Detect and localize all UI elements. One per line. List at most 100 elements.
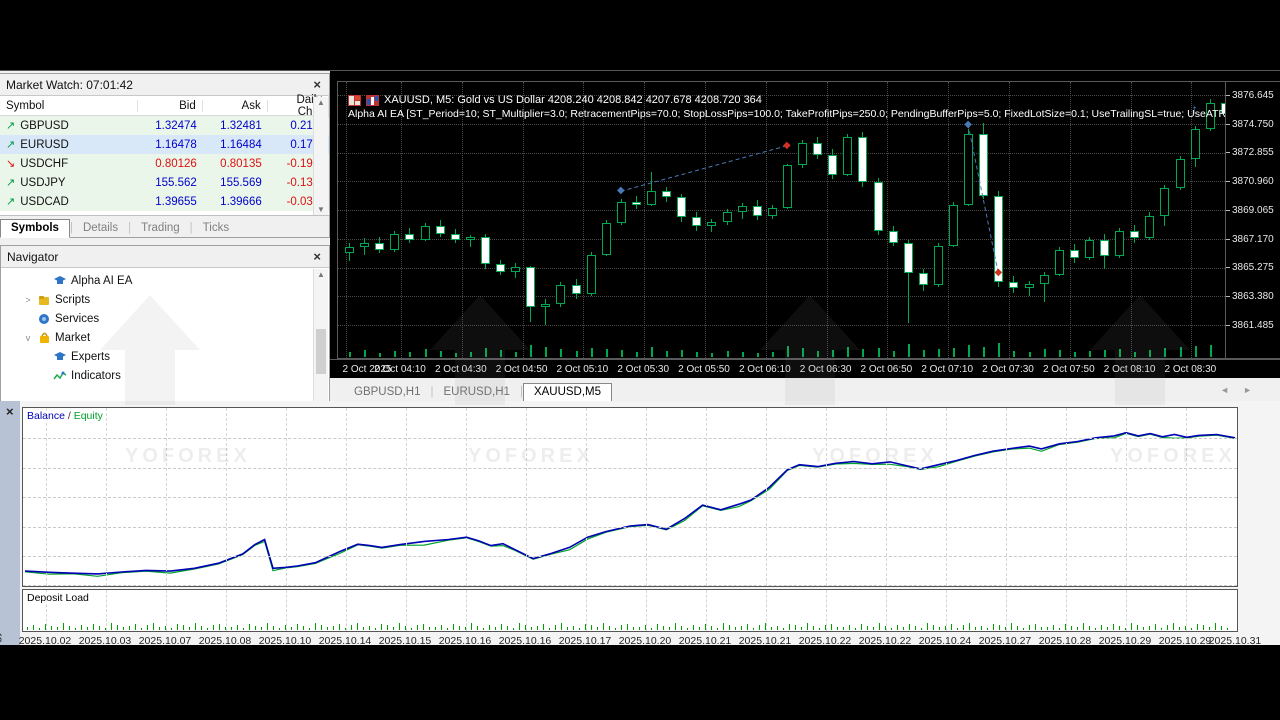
deposit-load-tick: [165, 626, 166, 630]
deposit-load-tick: [681, 626, 682, 630]
candlestick-chart[interactable]: XAUUSD, M5: Gold vs US Dollar 4208.240 4…: [337, 81, 1226, 359]
ask-value: 1.16484: [220, 138, 262, 151]
gridline: [1186, 408, 1187, 586]
tab-details[interactable]: Details: [73, 220, 128, 237]
navigator-titlebar[interactable]: Navigator ×: [1, 246, 329, 268]
deposit-load-tick: [609, 626, 610, 630]
tree-item-label: Alpha AI EA: [71, 274, 133, 287]
deposit-load-tick: [429, 627, 430, 630]
deposit-load-tick: [327, 627, 328, 630]
gridline: [346, 590, 347, 631]
column-ask[interactable]: Ask: [203, 99, 268, 112]
expand-icon[interactable]: >: [23, 295, 33, 305]
close-icon[interactable]: ×: [311, 77, 323, 92]
deposit-load-tick: [27, 627, 28, 630]
gridline: [23, 526, 1237, 528]
table-row[interactable]: ↗ EURUSD 1.16478 1.16484 0.17%: [0, 135, 329, 154]
gridline: [226, 590, 227, 631]
deposit-load-tick: [1131, 623, 1132, 630]
gridline: [886, 408, 887, 586]
time-axis[interactable]: 2 Oct 2025 2 Oct 04:10 2 Oct 04:30 2 Oct 04…: [330, 359, 1280, 378]
close-icon[interactable]: ×: [311, 249, 323, 264]
deposit-load-tick: [939, 627, 940, 630]
top-letterbox: [0, 0, 1280, 70]
table-row[interactable]: ↘ USDCHF 0.80126 0.80135 -0.19%: [0, 154, 329, 173]
close-icon[interactable]: ×: [4, 404, 16, 419]
column-bid[interactable]: Bid: [138, 99, 203, 112]
mt5-terminal: Market Watch: 07:01:42 × Symbol Bid Ask …: [0, 0, 1280, 720]
axis-tick: [1226, 267, 1230, 269]
deposit-load-tick: [897, 625, 898, 630]
sidebar-item-experts[interactable]: Experts: [1, 347, 329, 366]
tree-item-label: Scripts: [55, 293, 91, 306]
deposit-load-tick: [1095, 628, 1096, 630]
deposit-load-tick: [645, 625, 646, 630]
trend-up-icon: ↗: [6, 177, 16, 189]
deposit-load-tick: [597, 627, 598, 630]
sidebar-item-scripts[interactable]: > Scripts: [1, 290, 329, 309]
deposit-load-tick: [861, 624, 862, 630]
deposit-load-tick: [285, 625, 286, 630]
deposit-load-tick: [1077, 627, 1078, 630]
tab-symbols[interactable]: Symbols: [0, 219, 70, 238]
trend-up-icon: ↗: [6, 120, 16, 132]
tester-side-strip: × Strategy Tester: [0, 401, 20, 646]
balance-equity-chart[interactable]: Balance / Equity: [22, 407, 1238, 587]
deposit-load-chart[interactable]: Deposit Load: [22, 589, 1238, 632]
collapse-icon[interactable]: v: [23, 333, 33, 343]
table-row[interactable]: ↗ USDCAD 1.39655 1.39666 -0.03%: [0, 192, 329, 211]
time-axis-label: 2 Oct 05:10: [556, 364, 609, 375]
gridline: [1126, 590, 1127, 631]
deposit-load-tick: [627, 624, 628, 630]
deposit-load-tick: [141, 628, 142, 630]
deposit-load-tick: [171, 628, 172, 630]
deposit-load-tick: [567, 627, 568, 630]
table-row[interactable]: ↗ GBPUSD 1.32474 1.32481 0.21%: [0, 116, 329, 135]
deposit-load-tick: [33, 625, 34, 630]
scroll-up-icon[interactable]: ▲: [314, 270, 328, 279]
sidebar-item-alpha-ai-ea[interactable]: Alpha AI EA: [1, 271, 329, 290]
table-row[interactable]: ↗ USDJPY 155.562 155.569 -0.13%: [0, 173, 329, 192]
deposit-load-tick: [453, 624, 454, 630]
sidebar-item-market[interactable]: v Market: [1, 328, 329, 347]
sidebar-item-services[interactable]: Services: [1, 309, 329, 328]
deposit-load-tick: [765, 623, 766, 630]
deposit-load-tick: [1125, 628, 1126, 630]
market-watch-scrollbar[interactable]: ▲ ▼: [313, 97, 328, 215]
gridline: [1006, 590, 1007, 631]
deposit-load-tick: [783, 628, 784, 630]
deposit-load-tick: [201, 626, 202, 630]
deposit-load-tick: [771, 627, 772, 630]
services-icon: [37, 313, 51, 325]
deposit-load-tick: [1119, 626, 1120, 630]
deposit-load-tick: [129, 626, 130, 630]
chart-tab-xauusd-m5[interactable]: XAUUSD,M5: [522, 383, 613, 402]
scroll-down-icon[interactable]: ▼: [314, 205, 328, 214]
deposit-load-tick: [93, 624, 94, 630]
tab-ticks[interactable]: Ticks: [193, 220, 239, 237]
sidebar-item-indicators[interactable]: Indicators: [1, 366, 329, 385]
scroll-thumb[interactable]: [316, 329, 326, 374]
tab-scroll-arrows[interactable]: ◄►: [1220, 385, 1266, 395]
price-axis-label: 3867.170: [1232, 233, 1274, 245]
deposit-load-tick: [1035, 624, 1036, 630]
price-scale[interactable]: 3876.645 3874.750 3872.855 3870.960 3869.065…: [1226, 81, 1280, 359]
deposit-load-tick: [879, 623, 880, 630]
deposit-load-tick: [177, 624, 178, 630]
deposit-load-tick: [885, 626, 886, 630]
time-axis-label: 2 Oct 05:30: [617, 364, 670, 375]
scroll-up-icon[interactable]: ▲: [314, 98, 328, 107]
gridline: [766, 590, 767, 631]
column-symbol[interactable]: Symbol: [0, 99, 138, 112]
deposit-load-tick: [99, 626, 100, 630]
depth-of-market-icon[interactable]: [348, 94, 361, 106]
chart-tab-gbpusd-h1[interactable]: GBPUSD,H1: [344, 384, 430, 401]
chart-type-icon[interactable]: [366, 94, 379, 106]
gridline: [346, 408, 347, 586]
deposit-load-tick: [705, 624, 706, 630]
tab-trading[interactable]: Trading: [131, 220, 190, 237]
deposit-load-tick: [981, 626, 982, 630]
chart-tab-eurusd-h1[interactable]: EURUSD,H1: [433, 384, 519, 401]
deposit-load-tick: [831, 624, 832, 630]
deposit-load-tick: [255, 626, 256, 630]
